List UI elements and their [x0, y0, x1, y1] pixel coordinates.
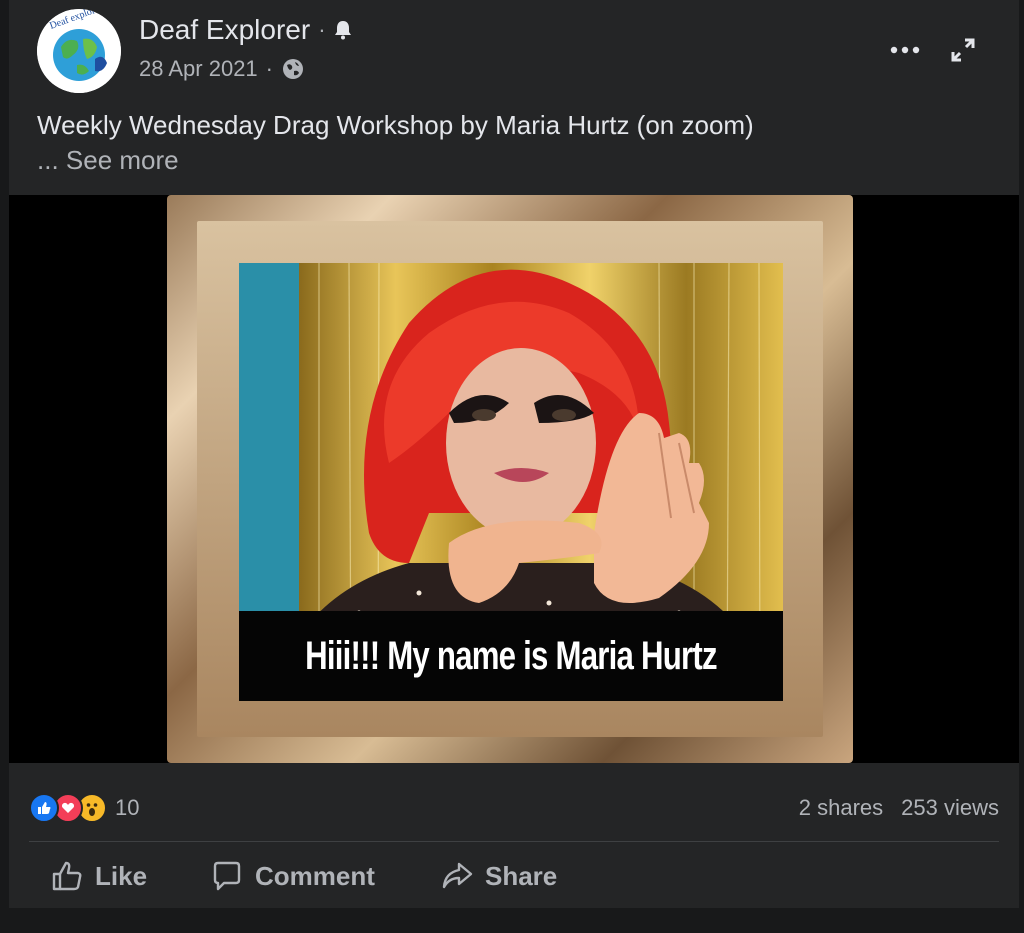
globe-logo-icon: Deaf explorer	[37, 9, 121, 93]
post-header-title: Deaf Explorer ·	[139, 14, 352, 46]
more-options-button[interactable]	[885, 30, 925, 70]
caption-text: Weekly Wednesday Drag Workshop by Maria …	[37, 110, 754, 140]
meta-separator: ·	[265, 56, 273, 81]
video-subtitle: Hiii!!! My name is Maria Hurtz	[305, 633, 718, 678]
shares-count[interactable]: 2 shares	[799, 795, 883, 821]
post-video[interactable]: Hiii!!! My name is Maria Hurtz	[9, 195, 1019, 763]
more-dots-icon	[890, 46, 920, 54]
post-card: Deaf explorer Deaf Explorer · 28 Apr 202…	[9, 0, 1019, 908]
like-label: Like	[95, 860, 148, 891]
page-avatar[interactable]: Deaf explorer	[37, 9, 121, 93]
globe-privacy-icon	[283, 59, 303, 79]
separator-dot: ·	[318, 17, 326, 42]
ornate-frame: Hiii!!! My name is Maria Hurtz	[167, 195, 853, 763]
post-actions: Like Comment Share	[9, 850, 1019, 908]
see-more-link[interactable]: See more	[66, 145, 179, 175]
engagement-counts: 2 shares 253 views	[799, 795, 999, 821]
share-arrow-icon	[442, 862, 473, 889]
comment-label: Comment	[255, 860, 375, 891]
reaction-count: 10	[115, 795, 140, 820]
bell-icon[interactable]	[334, 20, 352, 40]
post-date[interactable]: 28 Apr 2021	[139, 56, 258, 82]
share-label: Share	[485, 860, 558, 891]
author-name[interactable]: Deaf Explorer	[139, 14, 310, 46]
views-count: 253 views	[901, 795, 999, 820]
comment-bubble-icon	[213, 861, 241, 891]
like-icon	[29, 793, 59, 823]
ellipsis: ...	[37, 145, 59, 175]
stats-divider	[29, 841, 999, 842]
post-stats: 10 2 shares 253 views	[9, 763, 1019, 843]
expand-button[interactable]	[943, 30, 983, 70]
reactions-summary[interactable]: 10	[29, 793, 139, 823]
video-subtitle-bar: Hiii!!! My name is Maria Hurtz	[239, 611, 783, 701]
like-button[interactable]: Like	[51, 860, 147, 892]
comment-button[interactable]: Comment	[211, 860, 375, 892]
post-caption: Weekly Wednesday Drag Workshop by Maria …	[37, 108, 754, 178]
expand-arrows-icon	[951, 38, 975, 62]
thumbs-up-icon	[52, 861, 82, 891]
share-button[interactable]: Share	[441, 860, 557, 892]
post-meta: 28 Apr 2021 ·	[139, 56, 305, 82]
